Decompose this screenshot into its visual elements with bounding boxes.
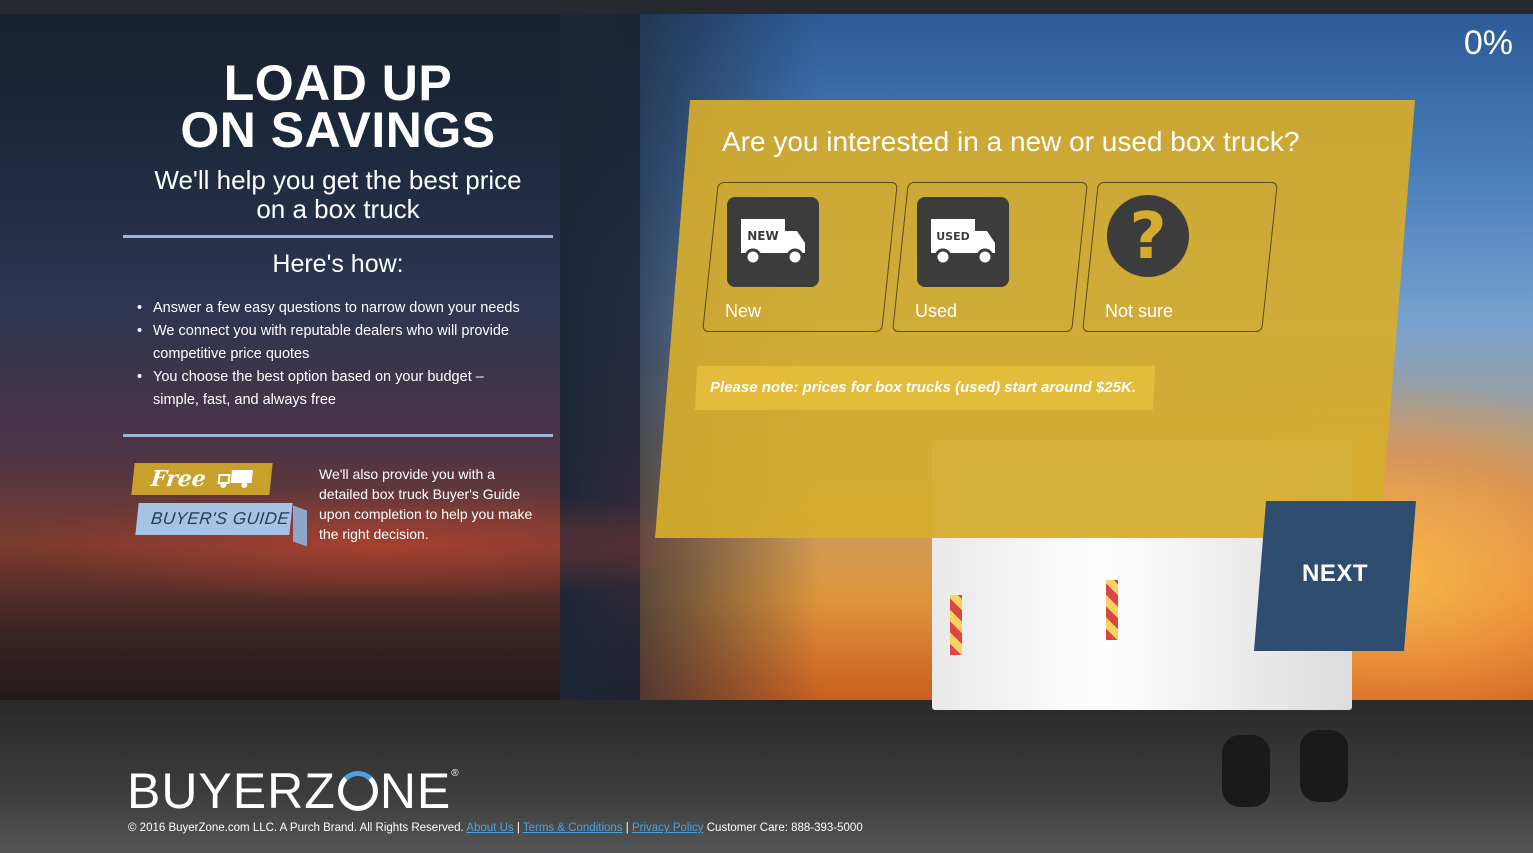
logo-text: NE bbox=[379, 763, 452, 819]
list-item: You choose the best option based on your… bbox=[137, 366, 521, 412]
subheadline: We'll help you get the best price on a b… bbox=[123, 166, 553, 224]
next-button[interactable]: NEXT bbox=[1254, 501, 1416, 651]
new-truck-svg: NEW bbox=[741, 219, 805, 266]
ribbon-tail bbox=[293, 505, 307, 547]
logo-text: BUYERZ bbox=[127, 763, 336, 819]
progress-percent: 0% bbox=[1463, 24, 1513, 62]
truck-wheel bbox=[1222, 735, 1270, 807]
registered-mark: ® bbox=[451, 768, 460, 779]
top-bar bbox=[0, 0, 1533, 14]
privacy-link[interactable]: Privacy Policy bbox=[632, 822, 704, 834]
next-label: NEXT bbox=[1301, 560, 1368, 587]
option-new[interactable]: NEW New bbox=[702, 182, 898, 332]
used-truck-svg: USED bbox=[931, 219, 995, 266]
option-label: Used bbox=[915, 301, 958, 321]
option-not-sure[interactable]: ? Not sure bbox=[1082, 182, 1278, 332]
price-note: Please note: prices for box trucks (used… bbox=[694, 366, 1156, 410]
truck-wheel bbox=[1300, 730, 1348, 802]
option-used[interactable]: USED Used bbox=[892, 182, 1088, 332]
option-inner: ? Not sure bbox=[1091, 183, 1269, 331]
truck-icon bbox=[217, 470, 253, 488]
truck-reflector bbox=[950, 595, 962, 655]
headline-line: LOAD UP bbox=[223, 55, 453, 111]
headline-line: ON SAVINGS bbox=[180, 102, 496, 158]
question-text: Are you interested in a new or used box … bbox=[722, 126, 1300, 157]
separator: | bbox=[516, 822, 520, 834]
guide-ribbon: BUYER'S GUIDE bbox=[135, 503, 293, 535]
terms-link[interactable]: Terms & Conditions bbox=[523, 822, 623, 834]
logo-o-icon bbox=[337, 771, 378, 811]
option-inner: NEW New bbox=[711, 183, 889, 331]
headline: LOAD UP ON SAVINGS bbox=[123, 55, 553, 158]
buyerzone-logo: BUYERZ NE® bbox=[127, 762, 460, 820]
subheadline-line: We'll help you get the best price bbox=[154, 165, 522, 195]
buyers-guide-promo: Free BUYER'S GUIDE We'll also provide yo… bbox=[123, 458, 543, 548]
guide-label: BUYER'S GUIDE bbox=[150, 509, 291, 528]
footer: © 2016 BuyerZone.com LLC. A Purch Brand.… bbox=[128, 822, 863, 834]
intro-panel: LOAD UP ON SAVINGS We'll help you get th… bbox=[123, 55, 553, 437]
price-note-text: Please note: prices for box trucks (used… bbox=[710, 379, 1136, 396]
new-truck-icon: NEW bbox=[727, 197, 819, 287]
divider bbox=[123, 434, 553, 437]
subheadline-line: on a box truck bbox=[256, 194, 420, 224]
option-label: New bbox=[725, 301, 762, 321]
option-inner: USED Used bbox=[901, 183, 1079, 331]
copyright-text: © 2016 BuyerZone.com LLC. A Purch Brand.… bbox=[128, 822, 464, 834]
free-ribbon: Free bbox=[131, 463, 273, 495]
separator: | bbox=[625, 822, 629, 834]
list-item: Answer a few easy questions to narrow do… bbox=[137, 297, 521, 320]
howto-title: Here's how: bbox=[272, 250, 404, 278]
free-label: Free bbox=[149, 466, 208, 492]
customer-care: Customer Care: 888-393-5000 bbox=[706, 822, 863, 834]
guide-description: We'll also provide you with a detailed b… bbox=[319, 466, 533, 542]
list-item: We connect you with reputable dealers wh… bbox=[137, 320, 521, 366]
option-label: Not sure bbox=[1105, 301, 1174, 321]
steps-list: Answer a few easy questions to narrow do… bbox=[137, 297, 521, 412]
used-badge-text: USED bbox=[936, 230, 970, 243]
about-link[interactable]: About Us bbox=[466, 822, 513, 834]
new-badge-text: NEW bbox=[747, 229, 778, 243]
truck-reflector bbox=[1106, 580, 1118, 640]
used-truck-icon: USED bbox=[917, 197, 1009, 287]
question-mark-icon: ? bbox=[1107, 195, 1189, 277]
divider bbox=[123, 235, 553, 238]
